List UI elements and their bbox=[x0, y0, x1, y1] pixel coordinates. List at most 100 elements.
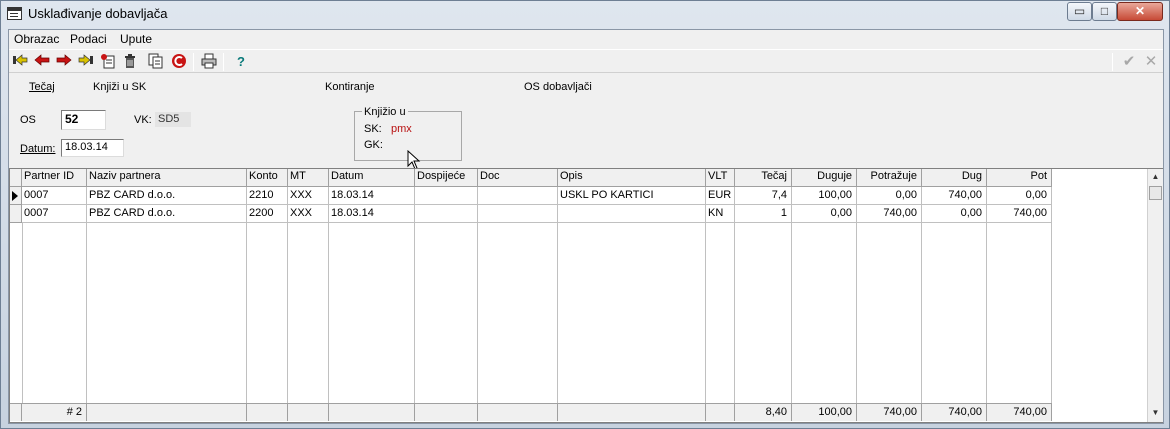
datum-input[interactable]: 18.03.14 bbox=[61, 139, 124, 157]
grid-line bbox=[986, 223, 987, 403]
footer-cell bbox=[247, 403, 288, 421]
knjizi-u-sk-link[interactable]: Knjiži u SK bbox=[93, 81, 146, 93]
col-header-duguje[interactable]: Duguje bbox=[792, 169, 857, 187]
table-cell[interactable]: PBZ CARD d.o.o. bbox=[87, 187, 247, 205]
menu-obrazac[interactable]: Obrazac bbox=[14, 32, 59, 46]
grid-corner bbox=[10, 169, 22, 187]
scroll-up-icon[interactable]: ▲ bbox=[1148, 169, 1163, 185]
table-cell[interactable] bbox=[558, 205, 706, 223]
table-cell[interactable]: KN bbox=[706, 205, 735, 223]
table-cell[interactable]: 740,00 bbox=[857, 205, 922, 223]
datum-label: Datum: bbox=[20, 143, 56, 155]
col-header-doc[interactable]: Doc bbox=[478, 169, 558, 187]
col-header-partner-id[interactable]: Partner ID bbox=[22, 169, 87, 187]
table-cell[interactable] bbox=[415, 187, 478, 205]
footer-tecaj-total: 8,40 bbox=[735, 403, 792, 421]
table-cell[interactable]: XXX bbox=[288, 187, 329, 205]
tecaj-link[interactable]: Tečaj bbox=[29, 81, 55, 93]
scroll-down-icon[interactable]: ▼ bbox=[1148, 405, 1163, 421]
maximize-button[interactable]: □ bbox=[1092, 2, 1117, 21]
col-header-pot[interactable]: Pot bbox=[987, 169, 1052, 187]
grid-line bbox=[791, 223, 792, 403]
minimize-button[interactable]: ▭ bbox=[1067, 2, 1092, 21]
table-cell[interactable]: 0007 bbox=[22, 205, 87, 223]
title-bar[interactable]: Usklađivanje dobavljača ▭ □ ✕ bbox=[1, 1, 1169, 29]
toolbar: ? ✔ ✕ bbox=[9, 49, 1163, 73]
table-cell[interactable]: PBZ CARD d.o.o. bbox=[87, 205, 247, 223]
new-record-icon[interactable] bbox=[99, 53, 117, 70]
grid-line bbox=[287, 223, 288, 403]
col-header-dug[interactable]: Dug bbox=[922, 169, 987, 187]
table-cell[interactable]: 2210 bbox=[247, 187, 288, 205]
scroll-thumb[interactable] bbox=[1149, 186, 1162, 200]
print-icon[interactable] bbox=[200, 53, 218, 70]
footer-cell bbox=[415, 403, 478, 421]
table-cell[interactable]: 18.03.14 bbox=[329, 187, 415, 205]
footer-cell bbox=[558, 403, 706, 421]
kontiranje-link[interactable]: Kontiranje bbox=[325, 81, 375, 93]
window-title: Usklađivanje dobavljača bbox=[28, 6, 168, 21]
col-header-mt[interactable]: MT bbox=[288, 169, 329, 187]
footer-cell bbox=[478, 403, 558, 421]
col-header-potrazuje[interactable]: Potražuje bbox=[857, 169, 922, 187]
first-record-icon[interactable] bbox=[11, 53, 29, 70]
footer-pot-total: 740,00 bbox=[987, 403, 1052, 421]
data-grid: Partner ID Naziv partnera Konto MT Datum… bbox=[9, 168, 1163, 423]
copy-icon[interactable] bbox=[147, 53, 165, 70]
col-header-konto[interactable]: Konto bbox=[247, 169, 288, 187]
footer-cell bbox=[329, 403, 415, 421]
row-selector-current[interactable] bbox=[10, 187, 22, 205]
col-header-opis[interactable]: Opis bbox=[558, 169, 706, 187]
toolbar-separator bbox=[1112, 53, 1113, 71]
vertical-scrollbar[interactable]: ▲ ▼ bbox=[1147, 169, 1163, 422]
os-input[interactable]: 52 bbox=[61, 110, 106, 130]
cancel-button[interactable]: ✕ bbox=[1142, 53, 1160, 70]
table-cell[interactable]: 740,00 bbox=[987, 205, 1052, 223]
menu-bar: Obrazac Podaci Upute bbox=[9, 30, 1163, 48]
col-header-tecaj[interactable]: Tečaj bbox=[735, 169, 792, 187]
table-cell[interactable]: 740,00 bbox=[922, 187, 987, 205]
toolbar-separator bbox=[193, 53, 194, 71]
table-cell[interactable]: 0,00 bbox=[987, 187, 1052, 205]
table-cell[interactable]: 0,00 bbox=[857, 187, 922, 205]
grid-line bbox=[921, 223, 922, 403]
table-cell[interactable]: 100,00 bbox=[792, 187, 857, 205]
confirm-button[interactable]: ✔ bbox=[1120, 53, 1138, 70]
refresh-icon[interactable] bbox=[170, 53, 188, 70]
table-cell[interactable] bbox=[478, 187, 558, 205]
table-cell[interactable]: USKL PO KARTICI bbox=[558, 187, 706, 205]
previous-record-icon[interactable] bbox=[33, 53, 51, 70]
row-selector[interactable] bbox=[10, 205, 22, 223]
grid-line bbox=[22, 223, 23, 403]
os-dobavljaci-link[interactable]: OS dobavljači bbox=[524, 81, 592, 93]
delete-icon[interactable] bbox=[121, 53, 139, 70]
col-header-datum[interactable]: Datum bbox=[329, 169, 415, 187]
footer-selector bbox=[10, 403, 22, 421]
sk-label: SK: bbox=[364, 123, 382, 135]
footer-cell bbox=[288, 403, 329, 421]
menu-upute[interactable]: Upute bbox=[120, 32, 152, 46]
table-cell[interactable]: 2200 bbox=[247, 205, 288, 223]
table-cell[interactable] bbox=[478, 205, 558, 223]
help-icon[interactable]: ? bbox=[232, 53, 250, 70]
table-cell[interactable]: 1 bbox=[735, 205, 792, 223]
next-record-icon[interactable] bbox=[55, 53, 73, 70]
table-cell[interactable]: 7,4 bbox=[735, 187, 792, 205]
table-cell[interactable]: 0,00 bbox=[922, 205, 987, 223]
last-record-icon[interactable] bbox=[77, 53, 95, 70]
col-header-vlt[interactable]: VLT bbox=[706, 169, 735, 187]
table-cell[interactable]: EUR bbox=[706, 187, 735, 205]
table-cell[interactable]: 0007 bbox=[22, 187, 87, 205]
grid-line bbox=[246, 223, 247, 403]
menu-podaci[interactable]: Podaci bbox=[70, 32, 107, 46]
table-cell[interactable]: XXX bbox=[288, 205, 329, 223]
close-button[interactable]: ✕ bbox=[1117, 2, 1163, 21]
col-header-dospijece[interactable]: Dospijeće bbox=[415, 169, 478, 187]
table-cell[interactable]: 18.03.14 bbox=[329, 205, 415, 223]
os-label: OS bbox=[20, 114, 36, 126]
col-header-naziv-partnera[interactable]: Naziv partnera bbox=[87, 169, 247, 187]
grid-line bbox=[705, 223, 706, 403]
table-cell[interactable] bbox=[415, 205, 478, 223]
grid-line bbox=[414, 223, 415, 403]
table-cell[interactable]: 0,00 bbox=[792, 205, 857, 223]
